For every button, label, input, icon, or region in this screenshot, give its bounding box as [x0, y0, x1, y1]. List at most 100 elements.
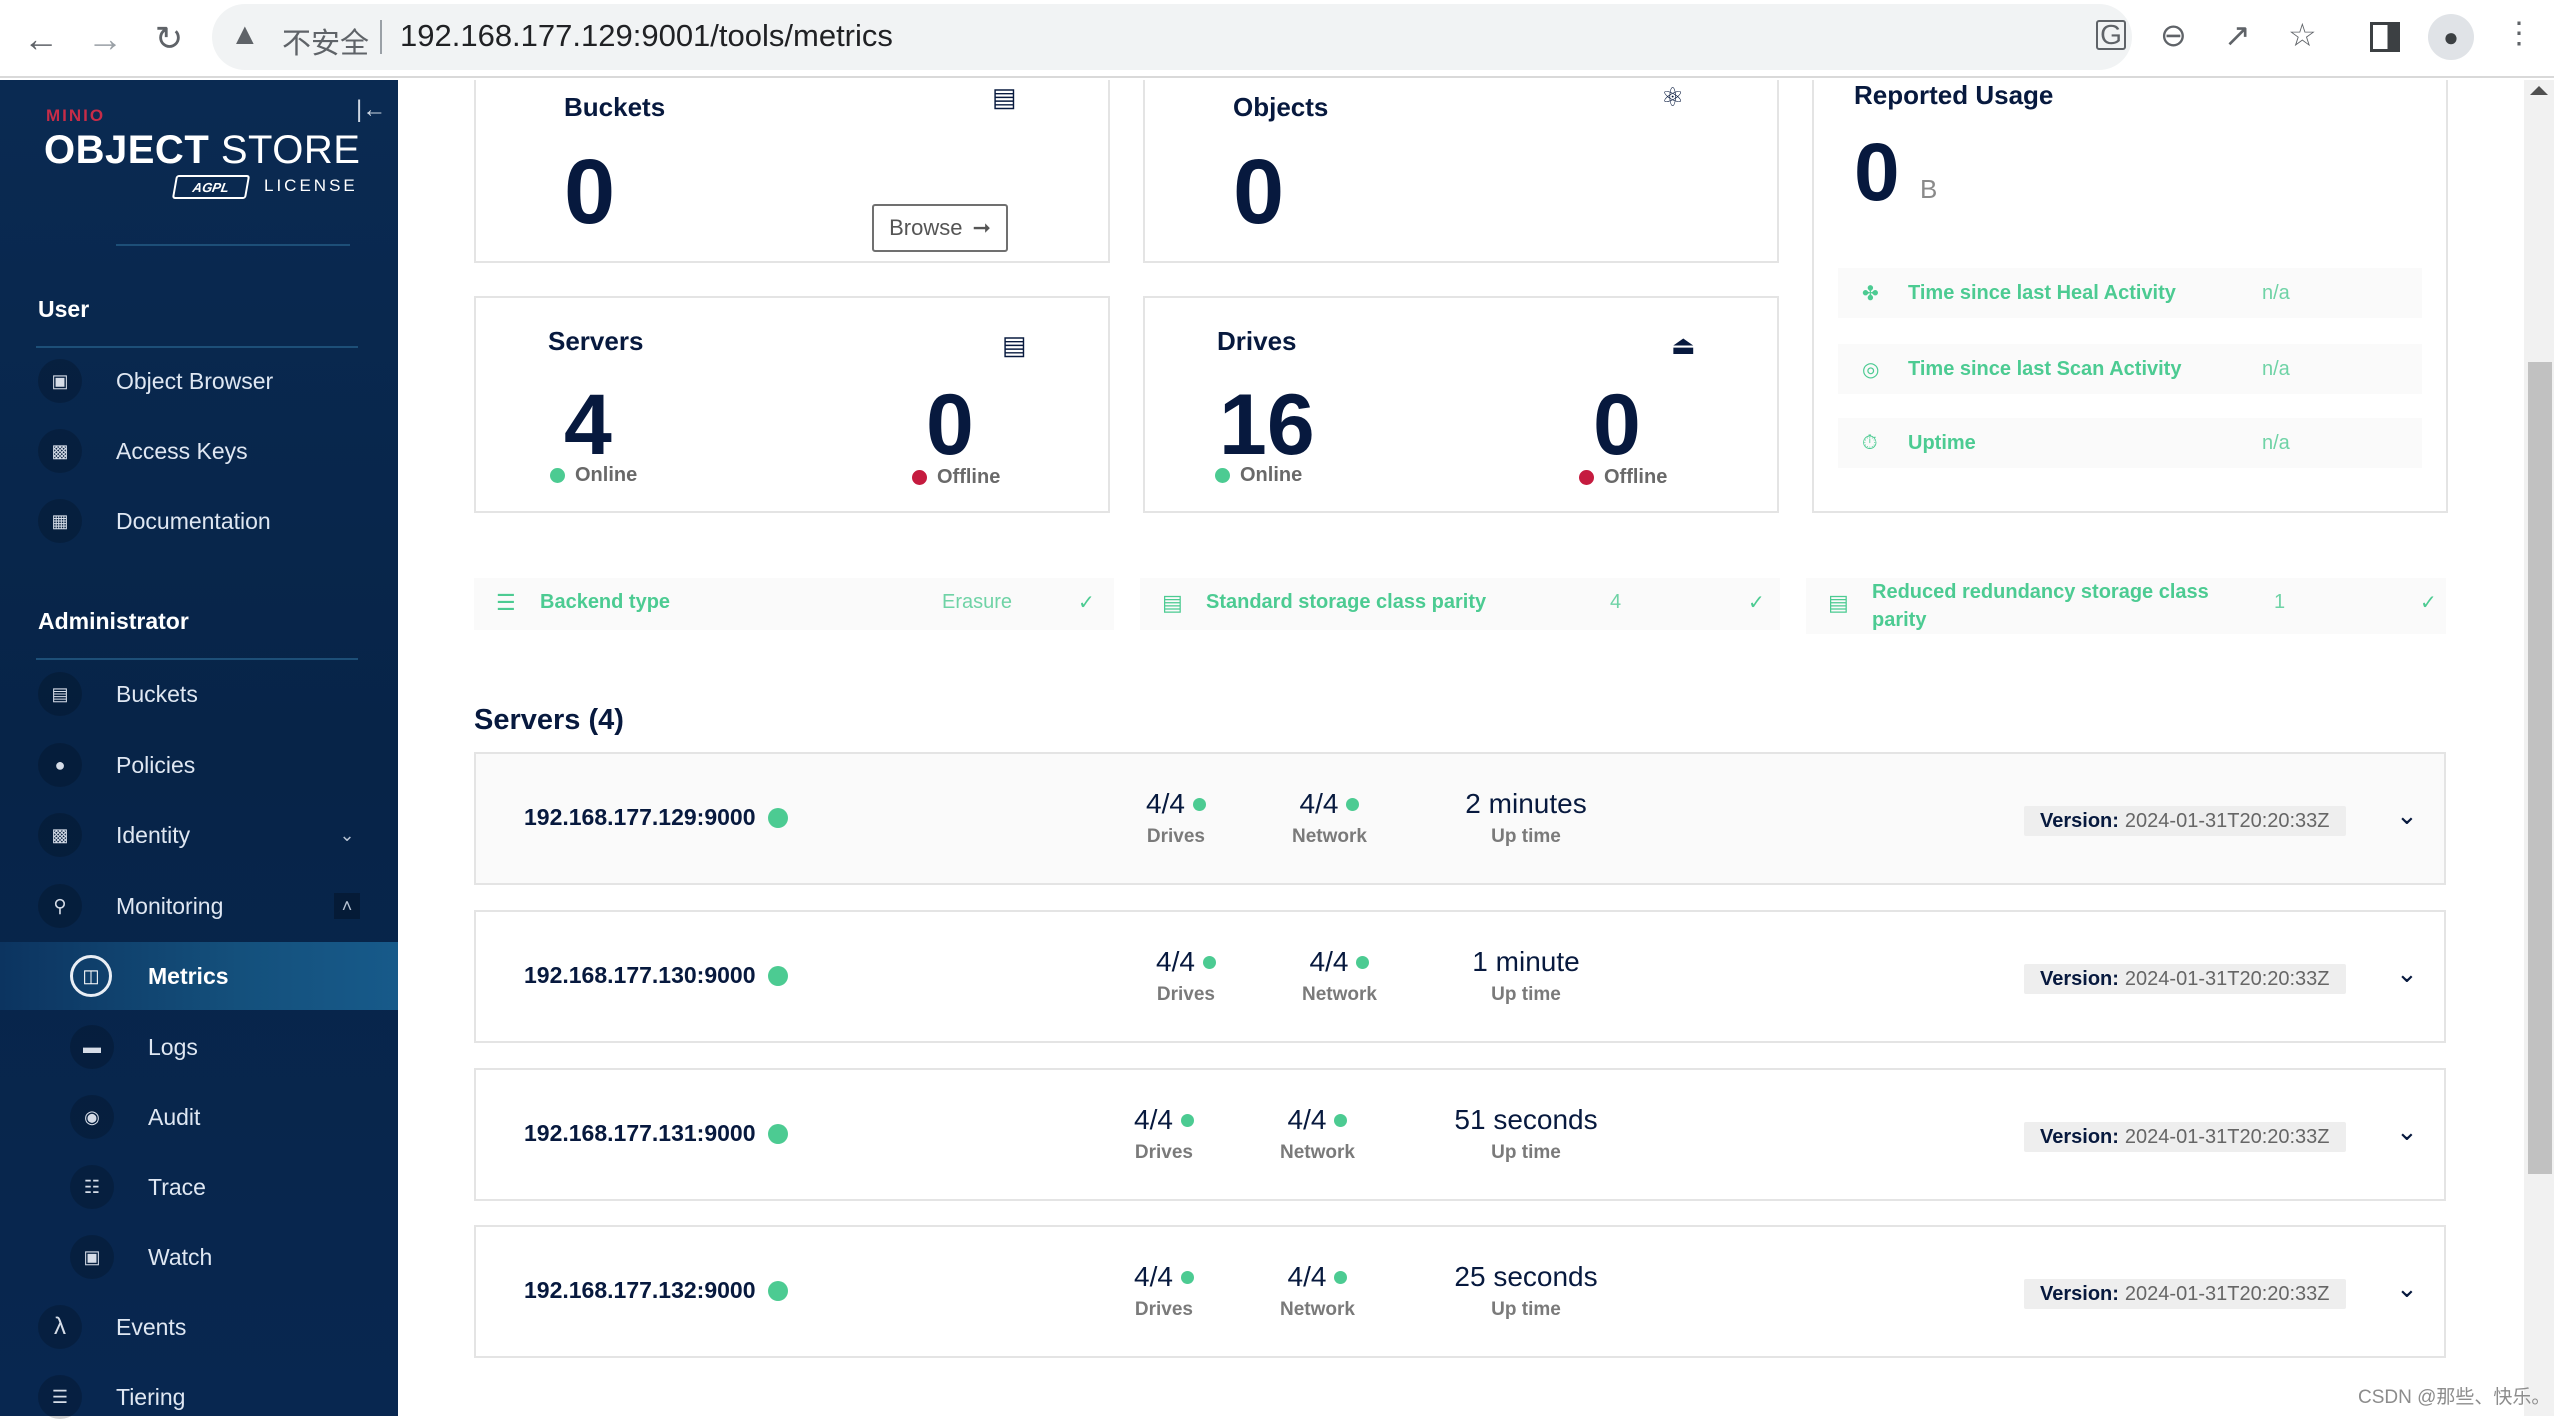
drives-card: Drives ⏏ 16 Online 0 Offline [1143, 296, 1779, 513]
server-host-text: 192.168.177.129:9000 [524, 804, 756, 830]
sidebar-item-label: Watch [148, 1243, 213, 1270]
sidebar-item-label: Monitoring [116, 892, 224, 919]
version-value: 2024-01-31T20:20:33Z [2124, 1282, 2330, 1305]
buckets-icon: ▤ [992, 82, 1017, 112]
page-scrollbar[interactable] [2524, 80, 2554, 1416]
sidebar-item-monitoring[interactable]: ⚲ Monitoring ˄ [0, 875, 398, 937]
network-label: Network [1292, 826, 1367, 847]
chevron-down-icon[interactable]: ⌄ [2396, 1116, 2418, 1147]
buckets-card: Buckets ▤ 0 Browse ➞ [474, 80, 1110, 263]
server-host: 192.168.177.131:9000 [524, 1120, 788, 1147]
server-host: 192.168.177.130:9000 [524, 962, 788, 989]
usage-value: 0 [1854, 127, 1900, 218]
sidebar-item-label: Policies [116, 751, 196, 778]
arrow-right-icon: ➞ [972, 215, 991, 240]
drives-status-dot [1180, 1113, 1194, 1127]
sidebar-item-access-keys[interactable]: ▩ Access Keys [0, 420, 398, 482]
drives-label: Drives [1134, 1299, 1194, 1320]
version-badge: Version: 2024-01-31T20:20:33Z [2024, 964, 2346, 994]
sidebar-item-buckets[interactable]: ▤ Buckets [0, 663, 398, 725]
sidebar-item-object-browser[interactable]: ▣ Object Browser [0, 350, 398, 412]
server-host-text: 192.168.177.131:9000 [524, 1120, 756, 1146]
info-label: Backend type [540, 591, 671, 613]
scan-icon: ◎ [1862, 358, 1880, 381]
sidebar-item-trace[interactable]: ☷ Trace [0, 1156, 398, 1218]
server-host-text: 192.168.177.132:9000 [524, 1277, 756, 1303]
drives-offline-count: 0 [1593, 377, 1641, 473]
network-metric: 4/4 Network [1292, 788, 1367, 848]
security-label[interactable]: 不安全 [282, 20, 369, 62]
sidebar-item-audit[interactable]: ◉ Audit [0, 1086, 398, 1148]
profile-icon[interactable]: ● [2428, 14, 2474, 60]
scroll-up-icon[interactable] [2530, 86, 2548, 95]
drives-metric: 4/4 Drives [1134, 1261, 1194, 1321]
row-value: n/a [2262, 281, 2290, 304]
sidebar-item-logs[interactable]: ▬ Logs [0, 1016, 398, 1078]
heal-activity-row: ✤ Time since last Heal Activity n/a [1838, 268, 2422, 318]
sidebar-item-events[interactable]: λ Events [0, 1296, 398, 1358]
server-row[interactable]: 192.168.177.131:9000 4/4 Drives 4/4 Netw… [474, 1068, 2446, 1201]
lambda-icon: λ [38, 1305, 82, 1349]
sidebar-item-tiering[interactable]: ☰ Tiering [0, 1366, 398, 1428]
drives-value: 4/4 [1156, 946, 1195, 977]
standard-parity-info: ▤ Standard storage class parity 4 ✓ [1140, 578, 1780, 630]
server-status-dot [767, 1123, 788, 1144]
chevron-down-icon[interactable]: ⌄ [2396, 1273, 2418, 1304]
row-value: n/a [2262, 357, 2290, 380]
version-label: Version: [2040, 1125, 2119, 1148]
browse-button[interactable]: Browse ➞ [872, 204, 1008, 252]
sidebar-item-watch[interactable]: ▣ Watch [0, 1226, 398, 1288]
collapse-sidebar-icon[interactable]: |← [356, 96, 386, 124]
star-icon[interactable]: ☆ [2288, 16, 2317, 54]
sidebar-item-identity[interactable]: ▩ Identity ⌄ [0, 804, 398, 866]
online-dot [550, 468, 565, 483]
warning-icon[interactable]: ▲ [230, 18, 260, 52]
offline-status: Offline [912, 466, 1000, 489]
sidebar-item-label: Tiering [116, 1383, 186, 1410]
access-keys-icon: ▩ [38, 429, 82, 473]
drives-status-dot [1180, 1270, 1194, 1284]
network-status-dot [1334, 1113, 1348, 1127]
sidebar-item-metrics[interactable]: ◫ Metrics [0, 942, 398, 1010]
server-row[interactable]: 192.168.177.130:9000 4/4 Drives 4/4 Netw… [474, 910, 2446, 1043]
menu-icon[interactable]: ⋮ [2504, 16, 2534, 51]
chevron-up-icon[interactable]: ˄ [334, 893, 360, 919]
translate-icon[interactable]: G [2096, 19, 2126, 50]
server-status-dot [767, 1280, 788, 1301]
uptime-label: Up time [1491, 984, 1561, 1005]
chevron-down-icon[interactable]: ⌄ [2396, 800, 2418, 831]
chevron-down-icon[interactable]: ⌄ [334, 822, 360, 848]
logo-brand: MINIO [46, 106, 106, 125]
address-bar[interactable]: ▲ 不安全 192.168.177.129:9001/tools/metrics [212, 4, 2132, 70]
heal-icon: ✤ [1862, 282, 1879, 305]
sidebar-item-policies[interactable]: ● Policies [0, 734, 398, 796]
network-value: 4/4 [1299, 788, 1339, 819]
servers-card: Servers ▤ 4 Online 0 Offline [474, 296, 1110, 513]
back-icon[interactable]: ← [16, 14, 66, 64]
drives-online-count: 16 [1219, 377, 1315, 473]
server-row[interactable]: 192.168.177.129:9000 4/4 Drives 4/4 Netw… [474, 752, 2446, 885]
watch-icon: ▣ [70, 1235, 114, 1279]
server-row[interactable]: 192.168.177.132:9000 4/4 Drives 4/4 Netw… [474, 1225, 2446, 1358]
chevron-down-icon[interactable]: ⌄ [2396, 958, 2418, 989]
reload-icon[interactable]: ↻ [144, 14, 194, 64]
identity-icon: ▩ [38, 813, 82, 857]
offline-dot [1579, 470, 1594, 485]
objects-card: Objects ⚛ 0 [1143, 80, 1779, 263]
url-text[interactable]: 192.168.177.129:9001/tools/metrics [400, 18, 893, 54]
sidebar-item-documentation[interactable]: ▦ Documentation [0, 490, 398, 552]
check-icon: ✓ [1078, 592, 1095, 614]
uptime-metric: 51 seconds Up time [1436, 1104, 1616, 1164]
zoom-out-icon[interactable]: ⊖ [2160, 16, 2187, 54]
share-icon[interactable]: ↗ [2224, 16, 2251, 54]
info-value: Erasure [942, 591, 1013, 613]
reduced-parity-info: ▤ Reduced redundancy storage class parity… [1806, 578, 2446, 634]
side-panel-icon[interactable] [2370, 22, 2400, 52]
forward-icon[interactable]: → [80, 14, 130, 64]
info-value: 4 [1610, 591, 1622, 613]
row-label: Time since last Scan Activity [1908, 357, 2182, 380]
card-title: Servers [548, 326, 644, 356]
card-title: Objects [1233, 92, 1329, 122]
scrollbar-thumb[interactable] [2528, 362, 2552, 1174]
offline-dot [912, 470, 927, 485]
